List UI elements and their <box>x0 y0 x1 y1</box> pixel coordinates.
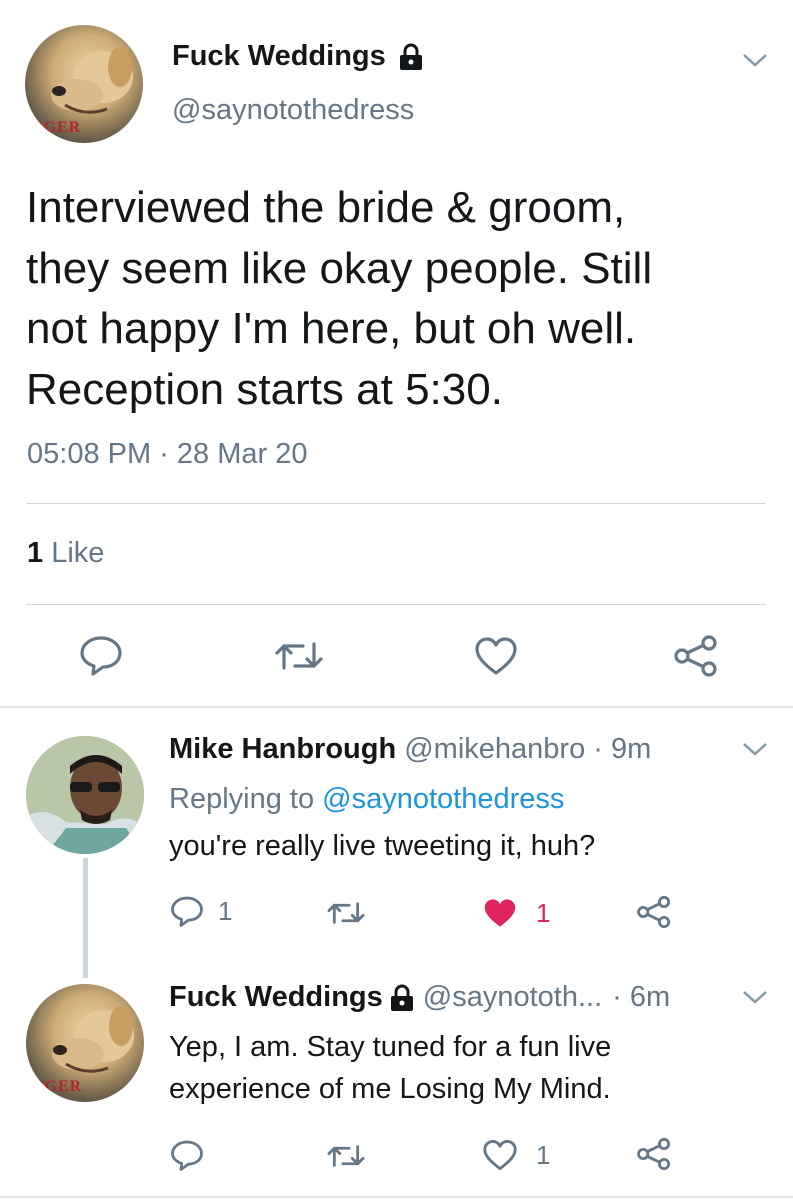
avatar[interactable]: NGER <box>25 25 143 143</box>
avatar[interactable]: NGER <box>26 984 144 1102</box>
handle[interactable]: @mikehanbro <box>404 733 585 765</box>
reply-text-line: experience of me Losing My Mind. <box>169 1073 611 1105</box>
retweet-icon[interactable] <box>326 1142 366 1170</box>
heart-icon <box>482 1139 518 1171</box>
like-action[interactable]: 1 <box>482 897 550 929</box>
display-name[interactable]: Mike Hanbrough <box>169 733 396 765</box>
avatar-caption: NGER <box>32 1078 83 1095</box>
reply-thread-line <box>83 858 88 978</box>
lock-icon <box>389 984 415 1012</box>
heart-filled-icon <box>482 897 518 929</box>
display-name[interactable]: Fuck Weddings <box>172 40 386 73</box>
replying-handle-link[interactable]: @saynotothedress <box>322 783 564 815</box>
tweet-text-line: Interviewed the bride & groom, <box>26 183 626 232</box>
share-icon[interactable] <box>636 1137 672 1171</box>
chevron-down-icon[interactable] <box>742 989 768 1005</box>
tweet-text-line: they seem like okay people. Still <box>26 243 653 293</box>
reply-text: Yep, I am. Stay tuned for a fun live exp… <box>169 1026 611 1110</box>
like-count: 1 <box>536 897 551 928</box>
author-row: Fuck Weddings <box>172 40 424 73</box>
reply-action[interactable]: 1 <box>170 895 232 927</box>
tweet-text-line: not happy I'm here, but oh well. <box>26 304 637 353</box>
heart-icon[interactable] <box>474 636 518 676</box>
divider <box>26 503 766 504</box>
likes-label: Like <box>51 537 105 569</box>
reply-count: 1 <box>218 895 233 926</box>
time-ago[interactable]: · 6m <box>612 981 670 1014</box>
man-avatar-image <box>26 736 144 854</box>
divider <box>26 604 766 605</box>
reply-icon[interactable] <box>170 1139 204 1171</box>
share-icon[interactable] <box>636 895 672 929</box>
share-icon[interactable] <box>673 634 719 678</box>
avatar[interactable] <box>26 736 144 854</box>
likes-stat[interactable]: 1 Like <box>27 537 104 570</box>
lock-icon <box>398 43 424 71</box>
time-ago[interactable]: · 9m <box>593 733 651 765</box>
like-count: 1 <box>536 1139 551 1170</box>
retweet-icon[interactable] <box>326 899 366 927</box>
chevron-down-icon[interactable] <box>742 52 768 68</box>
retweet-icon[interactable] <box>274 638 324 674</box>
section-separator <box>0 706 793 708</box>
avatar-caption: NGER <box>31 119 82 136</box>
tweet-text: Interviewed the bride & groom, they seem… <box>26 178 652 420</box>
reply-text: you're really live tweeting it, huh? <box>169 830 596 862</box>
reply-text-line: Yep, I am. Stay tuned for a fun live <box>169 1031 612 1063</box>
timestamp[interactable]: 05:08 PM · 28 Mar 20 <box>27 438 307 471</box>
reply-author-row: Mike Hanbrough @mikehanbro · 9m <box>169 733 651 766</box>
chevron-down-icon[interactable] <box>742 741 768 757</box>
replying-to: Replying to @saynotothedress <box>169 783 564 816</box>
reply-icon[interactable] <box>79 634 123 676</box>
handle[interactable]: @saynototh... <box>423 981 602 1014</box>
replying-prefix: Replying to <box>169 783 315 815</box>
bottom-divider <box>0 1196 793 1198</box>
handle[interactable]: @saynotothedress <box>172 94 414 127</box>
reply-author-row: Fuck Weddings @saynototh... · 6m <box>169 981 670 1014</box>
like-action[interactable]: 1 <box>482 1139 550 1171</box>
tweet-text-line: Reception starts at 5:30. <box>26 364 503 414</box>
display-name[interactable]: Fuck Weddings <box>169 981 383 1014</box>
reply-icon <box>170 895 204 927</box>
likes-count: 1 <box>27 537 44 569</box>
